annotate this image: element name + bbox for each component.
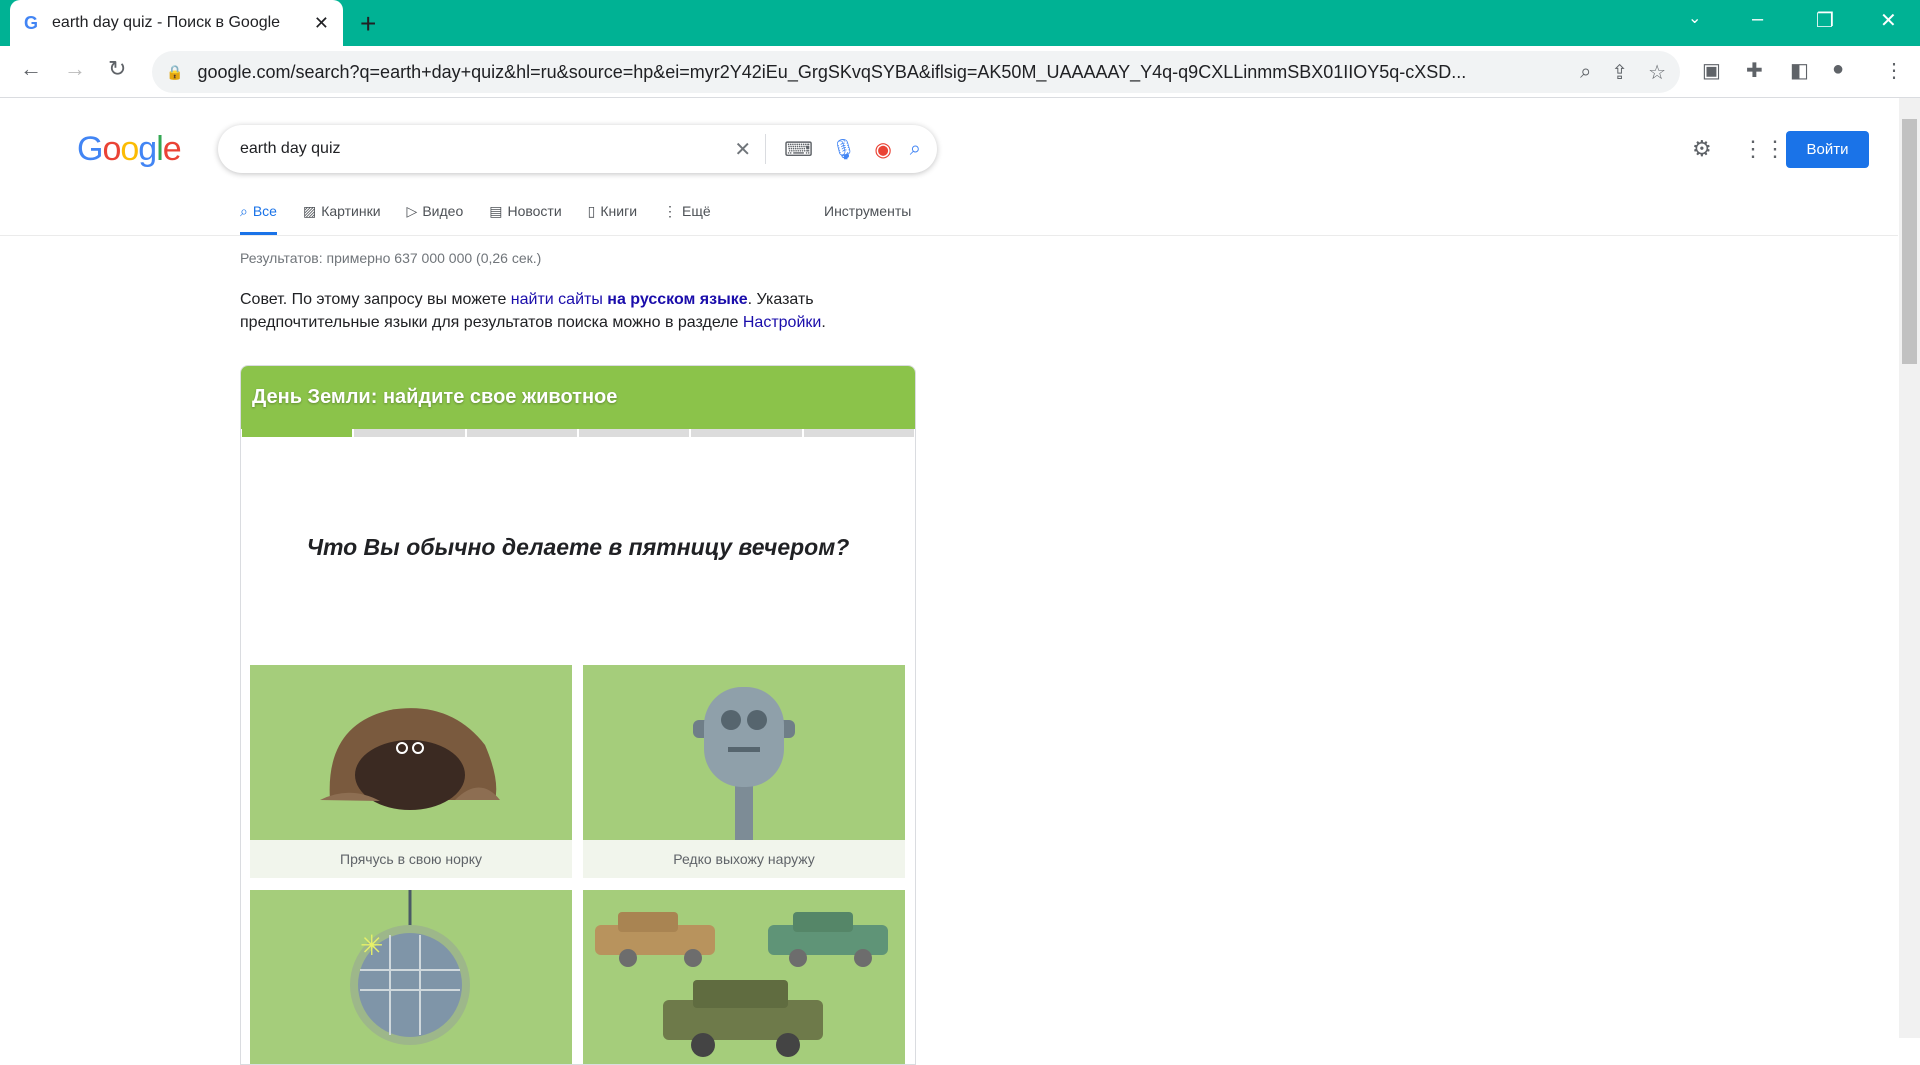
- tab-label: Все: [252, 203, 277, 219]
- back-button[interactable]: ←: [20, 56, 42, 82]
- search-tabs: ⌕ Все ▨ Картинки ▷ Видео ▤ Новости ▯ Книги ⋮ Е…: [240, 203, 737, 235]
- mic-icon[interactable]: 🎙: [831, 137, 856, 162]
- lock-icon: 🔒: [166, 63, 184, 80]
- browser-tab[interactable]: G earth day quiz - Поиск в Google ✕: [10, 0, 343, 46]
- play-icon: ▷: [406, 203, 418, 219]
- tab-search-icon[interactable]: ⌄: [1688, 8, 1701, 28]
- russian-language-link[interactable]: на русском языке: [607, 291, 747, 308]
- minimize-button[interactable]: –: [1752, 8, 1763, 31]
- progress-segment: [803, 429, 914, 437]
- news-icon: ▤: [489, 203, 503, 219]
- tip-text: .: [821, 314, 826, 331]
- find-sites-link[interactable]: найти сайты: [511, 291, 603, 308]
- progress-segment: [354, 429, 465, 437]
- menu-icon[interactable]: ⋮: [1884, 58, 1904, 83]
- profile-icon[interactable]: ●: [1832, 58, 1844, 81]
- tab-news[interactable]: ▤ Новости: [489, 203, 561, 235]
- address-bar[interactable]: 🔒 google.com/search?q=earth+day+quiz&hl=…: [152, 51, 1680, 93]
- progress-segment: [466, 429, 577, 437]
- disco-ball-image: ✳: [250, 890, 572, 1064]
- binoculars-image: [583, 665, 905, 840]
- tab-images[interactable]: ▨ Картинки: [303, 203, 381, 235]
- zoom-icon[interactable]: ⌕: [1580, 61, 1591, 84]
- burrow-image: [250, 665, 572, 840]
- close-window-button[interactable]: ✕: [1880, 8, 1897, 33]
- tab-video[interactable]: ▷ Видео: [407, 203, 464, 235]
- keyboard-icon[interactable]: ⌨: [784, 137, 813, 162]
- puzzle-icon[interactable]: ✚: [1746, 58, 1763, 83]
- progress-segment: [578, 429, 690, 437]
- restore-button[interactable]: ❐: [1816, 8, 1834, 33]
- tab-label: Ещё: [682, 203, 711, 219]
- svg-text:✳: ✳: [360, 930, 383, 961]
- quiz-option[interactable]: Редко выхожу наружу: [583, 665, 905, 878]
- progress-segment: [691, 429, 802, 437]
- tab-label: Новости: [507, 203, 562, 219]
- tab-all[interactable]: ⌕ Все: [240, 203, 277, 235]
- result-stats: Результатов: примерно 637 000 000 (0,26 …: [240, 250, 542, 266]
- quiz-card: День Земли: найдите свое животное Что Вы…: [240, 365, 916, 1065]
- url-text: google.com/search?q=earth+day+quiz&hl=ru…: [197, 61, 1467, 82]
- side-panel-icon[interactable]: ◧: [1790, 58, 1809, 83]
- header-divider: [0, 235, 1898, 236]
- link-text: на русском языке: [607, 291, 748, 308]
- extension-icon[interactable]: ▣: [1702, 58, 1721, 83]
- cars-image: [583, 890, 905, 1064]
- tab-title: earth day quiz - Поиск в Google: [52, 14, 281, 31]
- tab-more[interactable]: ⋮ Ещё: [663, 203, 711, 235]
- quiz-title: День Земли: найдите свое животное: [241, 366, 915, 429]
- progress-segment: [242, 429, 353, 437]
- settings-link[interactable]: Настройки: [743, 314, 821, 331]
- tab-books[interactable]: ▯ Книги: [588, 203, 637, 235]
- bookmark-star-icon[interactable]: ☆: [1648, 60, 1666, 85]
- signin-button[interactable]: Войти: [1786, 131, 1869, 168]
- settings-gear-icon[interactable]: ⚙: [1692, 136, 1712, 162]
- tools-button[interactable]: Инструменты: [824, 203, 911, 219]
- search-box[interactable]: earth day quiz ✕ ⌨ 🎙 ◉ ⌕: [218, 125, 937, 173]
- quiz-option[interactable]: Прячусь в свою норку: [250, 665, 572, 878]
- google-favicon-icon: G: [24, 12, 39, 33]
- share-icon[interactable]: ⇪: [1611, 60, 1628, 85]
- tab-label: Видео: [422, 203, 464, 219]
- google-logo[interactable]: Google: [77, 130, 182, 169]
- tip-text: Совет. По этому запросу вы можете: [240, 291, 511, 308]
- camera-icon[interactable]: ◉: [874, 137, 891, 162]
- more-vert-icon: ⋮: [663, 203, 678, 219]
- quiz-question: Что Вы обычно делаете в пятницу вечером?: [306, 534, 850, 560]
- option-label: Редко выхожу наружу: [673, 851, 815, 867]
- language-tip: Совет. По этому запросу вы можете найти …: [240, 288, 940, 334]
- reload-button[interactable]: ↻: [108, 56, 126, 82]
- search-icon[interactable]: ⌕: [910, 138, 921, 161]
- forward-button[interactable]: →: [64, 56, 86, 82]
- quiz-option[interactable]: [583, 890, 905, 1064]
- option-label: Прячусь в свою норку: [340, 851, 482, 867]
- quiz-option[interactable]: ✳: [250, 890, 572, 1064]
- scrollbar-thumb[interactable]: [1902, 119, 1917, 364]
- tab-label: Книги: [600, 203, 638, 219]
- apps-grid-icon[interactable]: ⋮⋮: [1742, 136, 1786, 162]
- quiz-progress: [241, 429, 915, 437]
- image-icon: ▨: [302, 203, 317, 219]
- clear-icon[interactable]: ✕: [734, 137, 751, 162]
- divider: [765, 134, 767, 164]
- search-icon: ⌕: [240, 203, 248, 219]
- search-input[interactable]: earth day quiz: [240, 140, 716, 158]
- close-tab-icon[interactable]: ✕: [314, 13, 329, 34]
- tab-label: Картинки: [321, 203, 381, 219]
- book-icon: ▯: [587, 203, 596, 219]
- new-tab-button[interactable]: +: [360, 8, 376, 40]
